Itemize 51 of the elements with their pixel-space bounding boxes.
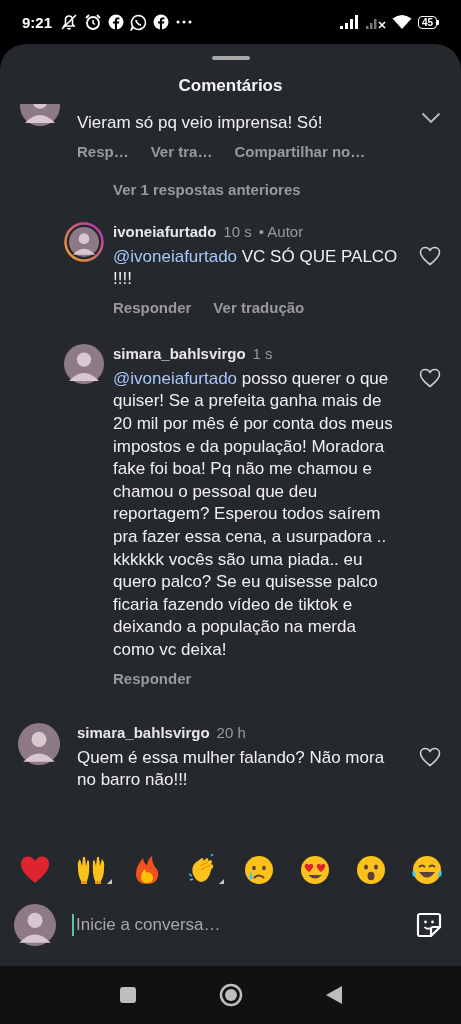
battery-icon: 45	[417, 15, 439, 29]
username[interactable]: simara_bahlsvirgo	[113, 343, 246, 364]
avatar[interactable]	[18, 722, 60, 765]
sticker-icon[interactable]	[415, 911, 443, 939]
comment-action-link[interactable]: Compartilhar no…	[234, 142, 366, 160]
timestamp: 1 s	[252, 343, 273, 364]
comment-input-field[interactable]: Inicie a conversa…	[72, 914, 399, 936]
view-previous-replies-link[interactable]: Ver 1 respostas anteriores	[113, 180, 301, 198]
app-notification-icon	[153, 14, 170, 30]
mention-link[interactable]: @ivoneiafurtado	[113, 368, 238, 388]
tears-of-joy-face-emoji-icon[interactable]	[411, 854, 443, 886]
wifi-icon	[391, 14, 412, 30]
like-heart-icon[interactable]	[419, 245, 441, 266]
recent-apps-icon[interactable]	[118, 986, 137, 1004]
heart-eyes-face-emoji-icon[interactable]	[299, 854, 331, 886]
avatar[interactable]	[64, 343, 104, 384]
avatar[interactable]	[64, 221, 104, 262]
author-label: • Autor	[258, 221, 304, 242]
like-heart-icon[interactable]	[419, 746, 441, 767]
surprised-face-emoji-icon[interactable]	[355, 854, 387, 886]
chevron-down-icon[interactable]	[421, 112, 441, 124]
comment-text: Vieram só pq veio imprensa! Só!	[77, 112, 324, 134]
timestamp: 20 h	[216, 722, 246, 743]
comment-text: @ivoneiafurtado VC SÓ QUE PALCO !!!!	[113, 245, 399, 291]
username[interactable]: simara_bahlsvirgo	[77, 722, 210, 743]
clock-time: 9:21	[22, 13, 53, 31]
signal-icon	[339, 15, 360, 29]
comment-action-link[interactable]: Resp…	[77, 142, 129, 160]
comment-text: Quem é essa mulher falando? Não mora no barro não!!!	[77, 746, 386, 792]
crying-face-emoji-icon[interactable]	[243, 854, 275, 886]
alarm-clock-icon	[84, 13, 103, 31]
comment-action-link[interactable]: Responder	[113, 298, 192, 316]
mention-link[interactable]: @ivoneiafurtado	[113, 246, 238, 266]
muted-bell-icon	[60, 13, 79, 31]
home-icon[interactable]	[218, 983, 243, 1007]
drag-handle[interactable]	[211, 56, 250, 60]
sheet-title: Comentários	[178, 76, 283, 96]
comment-action-link[interactable]: Ver tradução	[213, 298, 305, 316]
more-dots-icon	[175, 19, 194, 25]
timestamp: 10 s	[223, 221, 252, 242]
comment-action-link[interactable]: Ver tra…	[150, 142, 213, 160]
comment-text: @ivoneiafurtado posso querer o que quiser! Se a prefeita ganha mais de 20 mil por mês é por conta dos meus impostos e da população! Moradora fake foi boa! Pq não me chamou e chamou o pessoal que deu reportagem? Esperou todos saírem pra fazer essa cena, a usurpadora .. kkkkkk vocês são uma piada.. eu quero palco? Se eu quisesse palco ficaria fazendo vídeo de tiktok e deixando a população na merda como vc deixa!	[113, 367, 394, 661]
raised-hands-emoji-icon[interactable]	[75, 854, 107, 886]
back-icon[interactable]	[324, 985, 343, 1005]
comment-action-link[interactable]: Responder	[113, 669, 192, 687]
chat-bubble-icon	[130, 13, 148, 31]
like-heart-icon[interactable]	[419, 367, 441, 388]
username[interactable]: ivoneiafurtado	[113, 221, 217, 242]
app-notification-icon	[108, 14, 125, 30]
heart-emoji-icon[interactable]	[19, 854, 51, 886]
avatar[interactable]	[14, 904, 56, 946]
